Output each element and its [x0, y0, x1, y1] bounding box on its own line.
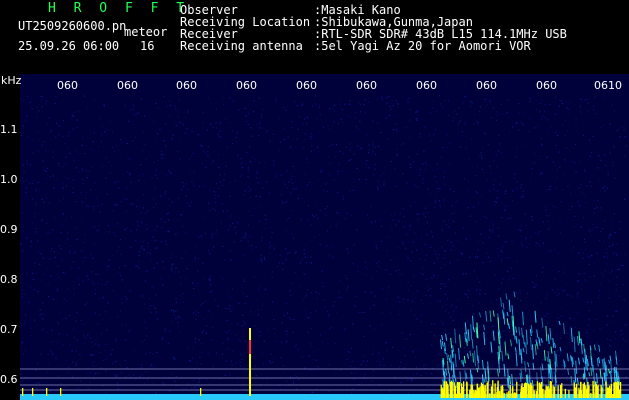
x-tick-label: 060: [57, 79, 78, 92]
hrofft-spectrogram-window: H R O F F T UT2509260600.pn meteor 25.09…: [0, 0, 629, 400]
x-tick-label: 060: [536, 79, 557, 92]
spectrogram-canvas: [20, 95, 629, 400]
x-tick-label: 060: [296, 79, 317, 92]
x-tick-label: 060: [117, 79, 138, 92]
y-tick-label: 0.6: [0, 373, 18, 386]
waterfall-texture: [20, 95, 629, 400]
y-tick-label: 0.7: [0, 323, 18, 336]
y-axis-unit: kHz: [1, 74, 22, 87]
x-tick-label: 060: [356, 79, 377, 92]
y-tick-label: 0.9: [0, 223, 18, 236]
y-tick-label: 1.0: [0, 173, 18, 186]
x-tick-label: 060: [476, 79, 497, 92]
x-tick-label: 060: [236, 79, 257, 92]
y-tick-label: 0.8: [0, 273, 18, 286]
x-tick-label: 060: [416, 79, 437, 92]
y-tick-label: 1.1: [0, 123, 18, 136]
x-tick-label: 060: [176, 79, 197, 92]
x-tick-label: 0610: [594, 79, 622, 92]
